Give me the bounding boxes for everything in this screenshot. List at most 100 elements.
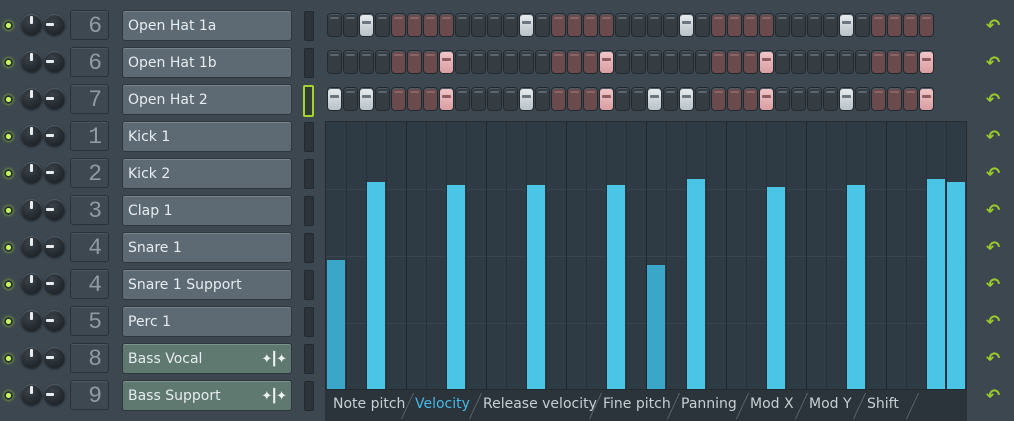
step-button[interactable] — [488, 88, 501, 110]
volume-knob[interactable] — [44, 162, 65, 183]
step-button[interactable] — [856, 88, 869, 110]
mixer-track-number[interactable]: 3 — [70, 195, 109, 225]
channel-name-button[interactable]: Open Hat 2 — [122, 84, 292, 115]
mixer-track-number[interactable]: 6 — [70, 47, 109, 77]
pan-knob[interactable] — [21, 384, 42, 405]
step-button[interactable] — [776, 51, 789, 73]
step-button[interactable] — [568, 14, 581, 36]
mute-led[interactable] — [4, 58, 13, 67]
mute-led[interactable] — [4, 169, 13, 178]
step-button[interactable] — [648, 51, 661, 73]
volume-knob[interactable] — [44, 14, 65, 35]
step-button[interactable] — [616, 88, 629, 110]
mute-led[interactable] — [4, 280, 13, 289]
step-button[interactable] — [664, 51, 677, 73]
step-button[interactable] — [376, 51, 389, 73]
step-button[interactable] — [504, 14, 517, 36]
undo-arrow-icon[interactable]: ↶ — [986, 386, 1000, 406]
step-button[interactable] — [888, 14, 901, 36]
volume-knob[interactable] — [44, 125, 65, 146]
step-button[interactable] — [632, 51, 645, 73]
velocity-bar[interactable] — [647, 265, 665, 389]
step-button[interactable] — [520, 88, 533, 110]
step-button[interactable] — [424, 51, 437, 73]
step-button[interactable] — [760, 88, 773, 110]
step-button[interactable] — [808, 14, 821, 36]
mixer-track-number[interactable]: 2 — [70, 158, 109, 188]
step-button[interactable] — [632, 88, 645, 110]
channel-name-button[interactable]: Kick 1 — [122, 121, 292, 152]
step-button[interactable] — [424, 88, 437, 110]
step-button[interactable] — [408, 88, 421, 110]
mute-led[interactable] — [4, 354, 13, 363]
step-button[interactable] — [472, 88, 485, 110]
step-button[interactable] — [568, 51, 581, 73]
step-button[interactable] — [888, 88, 901, 110]
channel-select-indicator[interactable] — [304, 270, 314, 300]
step-button[interactable] — [872, 51, 885, 73]
channel-select-indicator[interactable] — [303, 85, 314, 117]
pan-knob[interactable] — [21, 236, 42, 257]
step-button[interactable] — [776, 14, 789, 36]
mixer-track-number[interactable]: 8 — [70, 343, 109, 373]
channel-select-indicator[interactable] — [304, 11, 314, 41]
step-button[interactable] — [472, 51, 485, 73]
step-button[interactable] — [648, 14, 661, 36]
step-button[interactable] — [456, 51, 469, 73]
step-button[interactable] — [808, 88, 821, 110]
tab-fine-pitch[interactable]: Fine pitch — [597, 390, 677, 421]
step-button[interactable] — [744, 51, 757, 73]
step-button[interactable] — [824, 14, 837, 36]
step-button[interactable] — [776, 88, 789, 110]
undo-arrow-icon[interactable]: ↶ — [986, 164, 1000, 184]
channel-name-button[interactable]: Open Hat 1b — [122, 47, 292, 78]
mute-led[interactable] — [4, 391, 13, 400]
step-button[interactable] — [616, 14, 629, 36]
step-button[interactable] — [872, 88, 885, 110]
step-button[interactable] — [456, 14, 469, 36]
step-button[interactable] — [360, 51, 373, 73]
channel-select-indicator[interactable] — [304, 196, 314, 226]
channel-select-indicator[interactable] — [304, 307, 314, 337]
channel-name-button[interactable]: Snare 1 — [122, 232, 292, 263]
step-button[interactable] — [840, 88, 853, 110]
step-button[interactable] — [584, 51, 597, 73]
velocity-bar[interactable] — [927, 179, 945, 389]
step-button[interactable] — [696, 51, 709, 73]
volume-knob[interactable] — [44, 310, 65, 331]
step-button[interactable] — [680, 88, 693, 110]
step-button[interactable] — [504, 51, 517, 73]
step-button[interactable] — [632, 14, 645, 36]
mute-led[interactable] — [4, 243, 13, 252]
step-button[interactable] — [584, 88, 597, 110]
pan-knob[interactable] — [21, 51, 42, 72]
step-button[interactable] — [904, 51, 917, 73]
step-button[interactable] — [728, 88, 741, 110]
velocity-bar[interactable] — [527, 185, 545, 389]
step-button[interactable] — [792, 14, 805, 36]
velocity-bar[interactable] — [847, 185, 865, 389]
step-button[interactable] — [664, 14, 677, 36]
channel-select-indicator[interactable] — [304, 381, 314, 411]
velocity-bar[interactable] — [327, 260, 345, 389]
step-button[interactable] — [440, 51, 453, 73]
step-button[interactable] — [792, 51, 805, 73]
step-button[interactable] — [712, 88, 725, 110]
step-button[interactable] — [536, 14, 549, 36]
volume-knob[interactable] — [44, 51, 65, 72]
step-button[interactable] — [744, 88, 757, 110]
volume-knob[interactable] — [44, 199, 65, 220]
pan-knob[interactable] — [21, 199, 42, 220]
step-button[interactable] — [664, 88, 677, 110]
step-button[interactable] — [552, 51, 565, 73]
step-button[interactable] — [440, 14, 453, 36]
undo-arrow-icon[interactable]: ↶ — [986, 349, 1000, 369]
step-button[interactable] — [376, 14, 389, 36]
step-button[interactable] — [616, 51, 629, 73]
step-button[interactable] — [600, 51, 613, 73]
step-button[interactable] — [472, 14, 485, 36]
step-button[interactable] — [680, 51, 693, 73]
step-button[interactable] — [744, 14, 757, 36]
mixer-track-number[interactable]: 5 — [70, 306, 109, 336]
step-button[interactable] — [904, 88, 917, 110]
